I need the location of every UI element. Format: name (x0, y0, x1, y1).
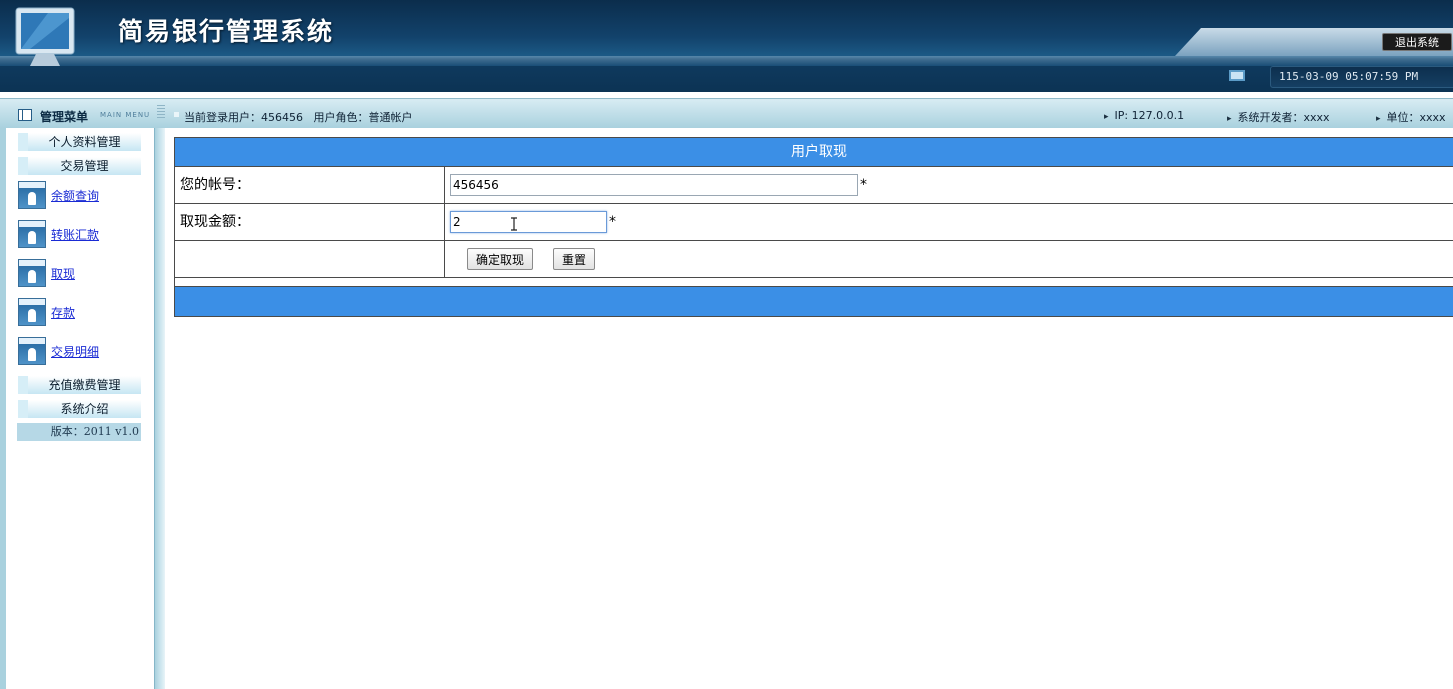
sidebar-item-label[interactable]: 转账汇款 (51, 226, 99, 243)
header-glow (0, 56, 1453, 66)
datetime-display: 115-03-09 05:07:59 PM (1270, 66, 1453, 88)
account-label: 您的帐号： (175, 167, 445, 203)
infobar-separator (157, 105, 165, 119)
screen-icon (1229, 70, 1245, 81)
text-cursor-icon (511, 217, 517, 231)
sidebar-group-recharge[interactable]: 充值缴费管理 (18, 376, 141, 394)
developer-info: 系统开发者：xxxx (1227, 109, 1330, 125)
form-title: 用户取现 (175, 138, 1453, 167)
reset-button[interactable]: 重置 (553, 248, 596, 270)
logout-button[interactable]: 退出系统 (1382, 33, 1452, 51)
sidebar-item-balance[interactable]: 余额查询 (18, 180, 99, 210)
user-panel-icon (18, 181, 46, 209)
version-label: 版本：2011 v1.0 (17, 423, 141, 441)
sidebar-item-transfer[interactable]: 转账汇款 (18, 219, 99, 249)
sidebar-group-transactions[interactable]: 交易管理 (18, 157, 141, 175)
menu-panel-icon (18, 109, 32, 121)
sidebar-menu: 个人资料管理 交易管理 余额查询 转账汇款 取现 存款 交易明细 充值缴费管理 … (0, 128, 165, 689)
sidebar-group-about[interactable]: 系统介绍 (18, 400, 141, 418)
menu-title-label: 管理菜单 (40, 110, 89, 124)
main-menu-label: MAIN MENU (100, 111, 151, 119)
sidebar-item-withdraw[interactable]: 取现 (18, 258, 75, 288)
required-mark: * (609, 214, 616, 230)
app-header: 简易银行管理系统 退出系统 115-03-09 05:07:59 PM (0, 0, 1453, 92)
actions-cell: 确定取现 重置 (445, 241, 1453, 277)
sidebar-group-profile[interactable]: 个人资料管理 (18, 133, 141, 151)
unit-info: 单位：xxxx (1376, 109, 1446, 125)
menu-title: 管理菜单 (18, 108, 88, 125)
ip-info: IP: 127.0.0.1 (1104, 109, 1185, 122)
sidebar-item-label[interactable]: 余额查询 (51, 187, 99, 204)
required-mark: * (860, 177, 867, 193)
actions-label-cell (175, 241, 445, 277)
form-row-amount: 取现金额： * (175, 204, 1453, 241)
sidebar-item-label[interactable]: 存款 (51, 304, 75, 321)
sidebar-item-history[interactable]: 交易明细 (18, 336, 99, 366)
account-input[interactable] (450, 174, 858, 196)
sidebar-left-edge (0, 128, 6, 689)
sidebar-right-edge (154, 128, 165, 689)
form-gap (175, 278, 1453, 287)
account-cell: * (445, 167, 1453, 203)
app-title: 简易银行管理系统 (118, 17, 335, 46)
form-row-actions: 确定取现 重置 (175, 241, 1453, 278)
form-footer-bar (175, 287, 1453, 316)
sidebar-item-deposit[interactable]: 存款 (18, 297, 75, 327)
amount-label: 取现金额： (175, 204, 445, 240)
info-bar: 管理菜单 MAIN MENU 当前登录用户：456456 用户角色：普通帐户 I… (0, 98, 1453, 128)
user-panel-icon (18, 259, 46, 287)
sidebar-item-label[interactable]: 取现 (51, 265, 75, 282)
form-row-account: 您的帐号： * (175, 167, 1453, 204)
withdraw-form: 用户取现 您的帐号： * 取现金额： * 确定取现 重置 (174, 137, 1453, 317)
amount-cell: * (445, 204, 1453, 240)
sidebar-item-label[interactable]: 交易明细 (51, 343, 99, 360)
user-panel-icon (18, 337, 46, 365)
monitor-logo-icon (15, 7, 75, 66)
submit-withdraw-button[interactable]: 确定取现 (467, 248, 534, 270)
amount-input[interactable] (450, 211, 607, 233)
user-panel-icon (18, 220, 46, 248)
current-user-info: 当前登录用户：456456 用户角色：普通帐户 (173, 111, 413, 124)
user-panel-icon (18, 298, 46, 326)
